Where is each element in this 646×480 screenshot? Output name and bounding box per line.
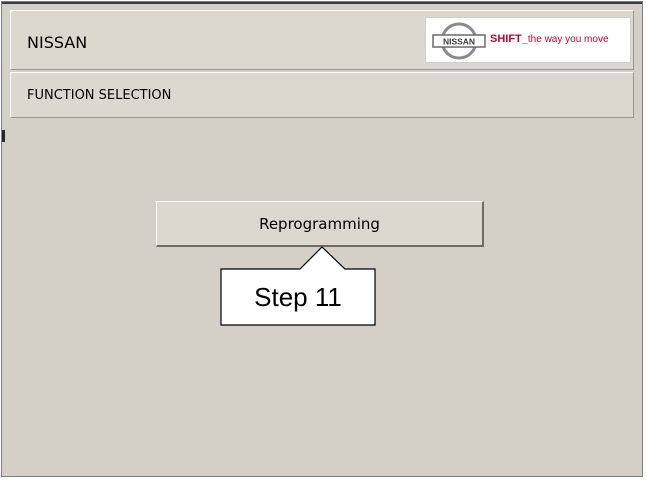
reprogramming-button[interactable]: Reprogramming <box>156 201 484 247</box>
nissan-emblem-icon: NISSAN <box>432 22 486 60</box>
nissan-logo: NISSAN SHIFT_the way you move <box>425 17 631 63</box>
logo-slogan: SHIFT_the way you move <box>490 33 609 45</box>
slogan-rest: the way you move <box>527 34 609 45</box>
app-header: NISSAN NISSAN SHIFT_the way you move <box>10 10 634 70</box>
function-selection-bar: FUNCTION SELECTION <box>10 72 634 118</box>
app-title: NISSAN <box>27 33 88 52</box>
slogan-bold: SHIFT_ <box>490 33 528 45</box>
page-title: FUNCTION SELECTION <box>27 88 172 103</box>
window-edge-mark <box>2 130 5 142</box>
step-callout-label: Step 11 <box>254 281 342 312</box>
emblem-text: NISSAN <box>443 37 475 47</box>
